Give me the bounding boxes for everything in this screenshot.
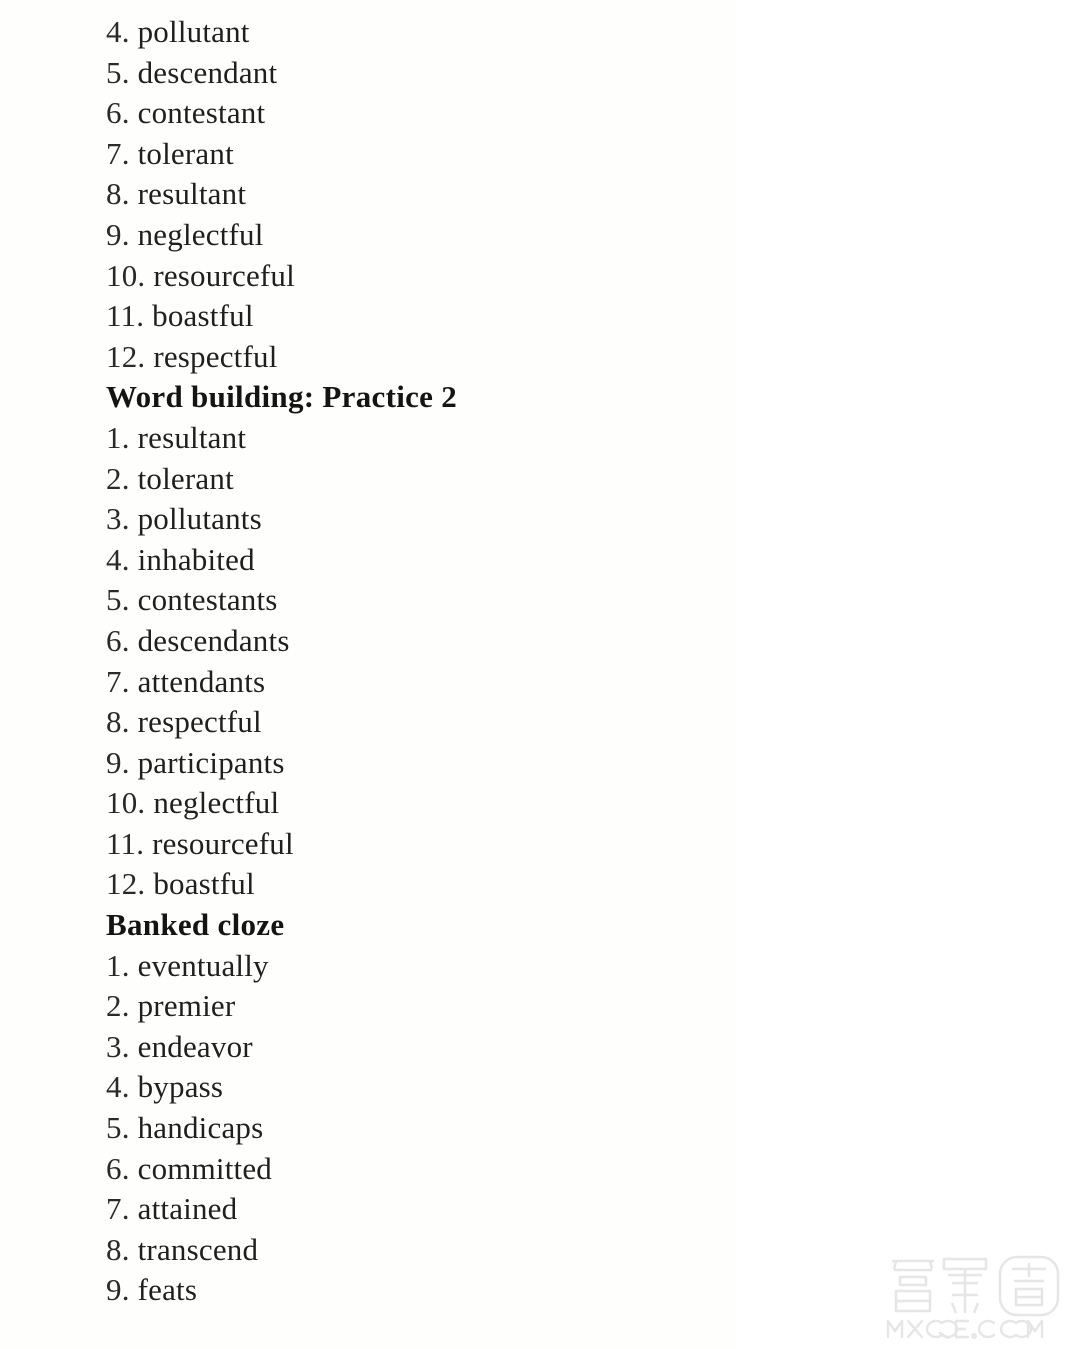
- answer-item-number: 9.: [106, 216, 130, 252]
- answer-item: 8. transcend: [106, 1230, 746, 1271]
- answer-item-word: attendants: [137, 663, 266, 699]
- answer-item-number: 5.: [106, 1110, 130, 1146]
- answer-item-word: bypass: [137, 1069, 224, 1105]
- answer-item-word: committed: [137, 1150, 272, 1186]
- answer-item-word: neglectful: [137, 216, 264, 252]
- answer-item-word: tolerant: [137, 135, 234, 171]
- answer-item-word: handicaps: [137, 1110, 264, 1146]
- answer-item: 7. attendants: [106, 662, 746, 703]
- answer-item: 10. neglectful: [106, 783, 746, 824]
- answer-item-word: resourceful: [153, 257, 295, 293]
- answer-item: 4. bypass: [106, 1067, 746, 1108]
- answer-item-number: 2.: [106, 460, 130, 496]
- answer-item: 2. tolerant: [106, 459, 746, 500]
- answer-item-word: contestant: [137, 95, 266, 131]
- answer-item-number: 6.: [106, 1150, 130, 1186]
- answer-item: 5. descendant: [106, 53, 746, 94]
- answer-item: 8. respectful: [106, 702, 746, 743]
- answer-item: 5. handicaps: [106, 1108, 746, 1149]
- answer-item-number: 4.: [106, 1069, 130, 1105]
- answer-item: 12. respectful: [106, 337, 746, 378]
- answer-item: 7. tolerant: [106, 134, 746, 175]
- answer-item: 7. attained: [106, 1189, 746, 1230]
- answer-item-word: boastful: [153, 866, 255, 902]
- answer-item-number: 5.: [106, 54, 130, 90]
- answer-item: 1. eventually: [106, 946, 746, 987]
- document-page: 4. pollutant 5. descendant 6. contestant 7.…: [0, 0, 1080, 1349]
- answer-item-number: 7.: [106, 663, 130, 699]
- answer-item-word: endeavor: [137, 1028, 253, 1064]
- section-heading: Word building: Practice 2: [106, 379, 458, 415]
- answer-item-number: 4.: [106, 14, 130, 49]
- answer-item-word: tolerant: [137, 460, 234, 496]
- answer-item-number: 10.: [106, 785, 146, 821]
- answer-item-word: eventually: [137, 947, 269, 983]
- answer-item-word: descendants: [137, 622, 290, 658]
- answer-item-word: resultant: [137, 419, 247, 455]
- answer-item: 6. committed: [106, 1149, 746, 1190]
- answer-item-number: 5.: [106, 582, 130, 618]
- answer-item-number: 12.: [106, 866, 146, 902]
- answer-item-number: 12.: [106, 338, 146, 374]
- answer-item: 4. pollutant: [106, 12, 746, 53]
- answer-item-number: 6.: [106, 622, 130, 658]
- site-watermark: [882, 1239, 1072, 1339]
- answer-item-number: 3.: [106, 501, 130, 537]
- answer-item: 6. contestant: [106, 93, 746, 134]
- answer-item-word: pollutant: [137, 14, 250, 49]
- answer-key-content: 4. pollutant 5. descendant 6. contestant 7.…: [106, 12, 746, 1311]
- answer-item-word: inhabited: [137, 541, 255, 577]
- answer-item-number: 2.: [106, 988, 130, 1024]
- answer-item: 3. endeavor: [106, 1027, 746, 1068]
- answer-item: 11. resourceful: [106, 824, 746, 865]
- answer-item-word: pollutants: [137, 501, 262, 537]
- answer-item: 6. descendants: [106, 621, 746, 662]
- answer-item-number: 11.: [106, 298, 145, 334]
- section-heading: Banked cloze: [106, 907, 285, 943]
- answer-item-word: respectful: [137, 704, 262, 740]
- answer-item-number: 6.: [106, 95, 130, 131]
- answer-item-word: respectful: [153, 338, 278, 374]
- answer-item-word: resourceful: [152, 825, 294, 861]
- answer-item-number: 7.: [106, 135, 130, 171]
- answer-item-word: participants: [137, 744, 285, 780]
- answer-item-number: 1.: [106, 419, 130, 455]
- answer-item-word: transcend: [137, 1231, 259, 1267]
- answer-item-number: 4.: [106, 541, 130, 577]
- answer-item-word: resultant: [137, 176, 247, 212]
- answer-item: 1. resultant: [106, 418, 746, 459]
- answer-item: 9. feats: [106, 1270, 746, 1311]
- answer-item: 11. boastful: [106, 296, 746, 337]
- answer-item: 2. premier: [106, 986, 746, 1027]
- answer-item: 8. resultant: [106, 174, 746, 215]
- answer-item-word: premier: [137, 988, 236, 1024]
- answer-item-number: 11.: [106, 825, 145, 861]
- answer-item-word: neglectful: [153, 785, 280, 821]
- answer-item-number: 8.: [106, 176, 130, 212]
- answer-item-number: 10.: [106, 257, 146, 293]
- answer-item: 10. resourceful: [106, 256, 746, 297]
- answer-item-word: attained: [137, 1191, 238, 1227]
- answer-item-number: 7.: [106, 1191, 130, 1227]
- answer-item-word: boastful: [152, 298, 254, 334]
- answer-item-number: 8.: [106, 704, 130, 740]
- answer-item: 4. inhabited: [106, 540, 746, 581]
- answer-item-number: 1.: [106, 947, 130, 983]
- answer-item-number: 9.: [106, 1272, 130, 1308]
- answer-item: 9. participants: [106, 743, 746, 784]
- answer-item: 3. pollutants: [106, 499, 746, 540]
- answer-item-number: 9.: [106, 744, 130, 780]
- answer-item: 12. boastful: [106, 864, 746, 905]
- answer-item-word: descendant: [137, 54, 278, 90]
- answer-item-word: feats: [137, 1272, 198, 1308]
- answer-item: 5. contestants: [106, 580, 746, 621]
- answer-item-word: contestants: [137, 582, 278, 618]
- answer-item: 9. neglectful: [106, 215, 746, 256]
- answer-item-number: 3.: [106, 1028, 130, 1064]
- answer-item-number: 8.: [106, 1231, 130, 1267]
